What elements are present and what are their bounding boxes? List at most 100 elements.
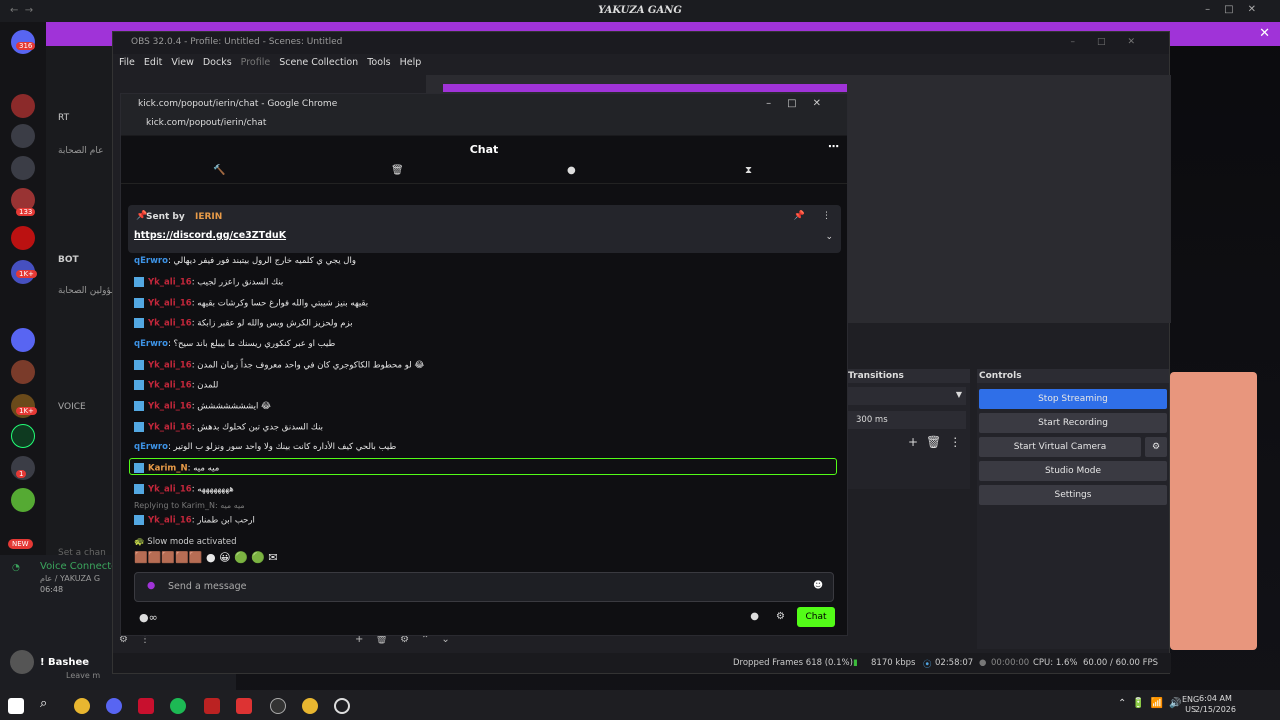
kick-badge-icon <box>134 484 144 494</box>
chat-username[interactable]: qErwro <box>134 339 168 349</box>
server-icon[interactable] <box>11 360 35 384</box>
chat-username[interactable]: Karim_N <box>148 464 188 474</box>
voice-category[interactable]: VOICE <box>58 402 86 412</box>
obs-icon[interactable] <box>270 698 286 714</box>
pinned-link[interactable]: https://discord.gg/ce3ZTduK <box>134 230 286 241</box>
windows-start-icon[interactable] <box>8 698 24 714</box>
chat-message: Yk_ali_16: بزم ولحزيز الكرش وبس والله لو… <box>134 318 353 329</box>
preview-band <box>443 84 847 92</box>
start-virtual-camera-button[interactable]: Start Virtual Camera <box>979 437 1141 457</box>
chat-username[interactable]: Yk_ali_16 <box>148 423 192 433</box>
server-icon[interactable] <box>11 156 35 180</box>
new-badge: NEW <box>8 539 33 549</box>
server-icon[interactable] <box>11 424 35 448</box>
channel-item[interactable]: RT <box>58 113 69 123</box>
chat-message-text: للمدن <box>197 380 219 391</box>
input-placeholder: Send a message <box>168 581 247 592</box>
studio-mode-button[interactable]: Studio Mode <box>979 461 1167 481</box>
chat-username[interactable]: Yk_ali_16 <box>148 485 192 495</box>
chat-message-text: ميه ميه <box>193 463 220 474</box>
hourglass-icon[interactable]: ⧗ <box>745 165 752 176</box>
menu-file[interactable]: File <box>119 57 135 68</box>
slow-mode-notice: 🐢 Slow mode activated <box>134 537 237 547</box>
gear-icon[interactable]: ⚙ <box>1145 437 1167 457</box>
user-status: Leave m <box>66 671 101 680</box>
chat-bubble-icon[interactable]: ● <box>567 165 576 176</box>
chat-username[interactable]: Yk_ali_16 <box>148 299 192 309</box>
voicemod-icon[interactable] <box>204 698 220 714</box>
channel-item[interactable]: BOT <box>58 255 79 265</box>
tray-icons[interactable]: ⌃🔋📶🔊 <box>1118 698 1188 709</box>
avatar[interactable] <box>10 650 34 674</box>
transition-select[interactable]: ▼ <box>848 387 966 405</box>
kick-logo-icon: ●∞ <box>139 611 158 624</box>
send-chat-button[interactable]: Chat <box>797 607 835 627</box>
chat-message: Yk_ali_16: ارحب ابن طمنار <box>134 515 255 526</box>
address-bar[interactable]: kick.com/popout/ierin/chat <box>121 114 847 136</box>
chat-message: qErwro: وال يجي ي كلميه خارج الرول بيتبن… <box>134 256 356 266</box>
transition-tool-icons[interactable]: +🗑⋮ <box>908 435 969 449</box>
discord-icon[interactable] <box>106 698 122 714</box>
spotify-icon[interactable] <box>170 698 186 714</box>
pinned-user[interactable]: IERIN <box>195 212 222 222</box>
chat-username[interactable]: qErwro <box>134 256 168 266</box>
controls-label: Controls <box>979 371 1022 381</box>
server-icon[interactable] <box>11 94 35 118</box>
chat-username[interactable]: Yk_ali_16 <box>148 381 192 391</box>
app-icon[interactable] <box>236 698 252 714</box>
menu-docks[interactable]: Docks <box>203 57 232 68</box>
app-icon[interactable] <box>334 698 350 714</box>
bitrate-icon: ▮ <box>853 658 858 668</box>
emote-bar[interactable]: 🟫🟫🟫🟫🟫 ● 😀 🟢 🟢 ✉ <box>134 551 278 564</box>
server-icon[interactable] <box>11 488 35 512</box>
badge-count: 1K+ <box>16 270 37 278</box>
app-icon[interactable] <box>138 698 154 714</box>
menu-help[interactable]: Help <box>400 57 422 68</box>
window-controls-icon[interactable]: –□✕ <box>1070 37 1157 47</box>
signal-icon: ◔ <box>12 563 20 573</box>
window-controls-icon[interactable]: –□✕ <box>1205 4 1270 15</box>
unpin-icon[interactable]: 📌 <box>794 211 805 221</box>
close-icon[interactable]: ✕ <box>1259 26 1270 41</box>
chat-username[interactable]: Yk_ali_16 <box>148 361 192 371</box>
chrome-icon[interactable] <box>302 698 318 714</box>
emoji-icon[interactable]: ☻ <box>813 580 823 591</box>
menu-scene-collection[interactable]: Scene Collection <box>279 57 358 68</box>
more-options-icon[interactable]: ⋮ <box>822 211 831 221</box>
chevron-down-icon[interactable]: ⌄ <box>825 232 833 242</box>
message-input[interactable]: ● Send a message ☻ <box>134 572 834 602</box>
chat-message: Yk_ali_16: للمدن <box>134 380 218 391</box>
hammer-icon[interactable]: 🔨 <box>213 165 225 176</box>
server-icon[interactable] <box>11 124 35 148</box>
search-icon[interactable]: ⌕ <box>40 696 56 712</box>
chrome-icon[interactable] <box>74 698 90 714</box>
chat-message-text: بنك السدنق جدي تبن كحلوك بدهش <box>197 422 323 433</box>
stop-streaming-button[interactable]: Stop Streaming <box>979 389 1167 409</box>
menu-tools[interactable]: Tools <box>367 57 390 68</box>
gear-icon[interactable]: ⚙ <box>776 611 785 622</box>
menu-view[interactable]: View <box>171 57 194 68</box>
settings-button[interactable]: Settings <box>979 485 1167 505</box>
duration-field[interactable]: 300 ms <box>848 411 966 429</box>
menu-profile[interactable]: Profile <box>241 57 271 68</box>
clock[interactable]: 6:04 AM 2/15/2026 <box>1195 693 1236 715</box>
window-controls-icon[interactable]: –□✕ <box>766 98 837 109</box>
chat-username[interactable]: Yk_ali_16 <box>148 278 192 288</box>
chat-options-icon[interactable]: ● <box>750 611 759 622</box>
chat-username[interactable]: Yk_ali_16 <box>148 402 192 412</box>
more-options-icon[interactable]: ⋯ <box>828 140 839 153</box>
chat-username[interactable]: Yk_ali_16 <box>148 319 192 329</box>
start-recording-button[interactable]: Start Recording <box>979 413 1167 433</box>
server-icon[interactable] <box>11 226 35 250</box>
badge-count: 133 <box>16 208 36 216</box>
chat-username[interactable]: qErwro <box>134 442 168 452</box>
chrome-title: kick.com/popout/ierin/chat - Google Chro… <box>138 99 338 109</box>
trash-icon[interactable]: 🗑 <box>391 165 404 176</box>
reply-context: Replying to Karim_N: ميه ميه <box>134 501 245 510</box>
obs-title: OBS 32.0.4 - Profile: Untitled - Scenes:… <box>131 37 343 47</box>
folder-icon[interactable] <box>11 328 35 352</box>
menu-edit[interactable]: Edit <box>144 57 162 68</box>
chat-username[interactable]: Yk_ali_16 <box>148 516 192 526</box>
discord-title-bar: ← → YAKUZA GANG –□✕ <box>0 0 1280 22</box>
mic-icon[interactable]: ● <box>147 580 155 591</box>
